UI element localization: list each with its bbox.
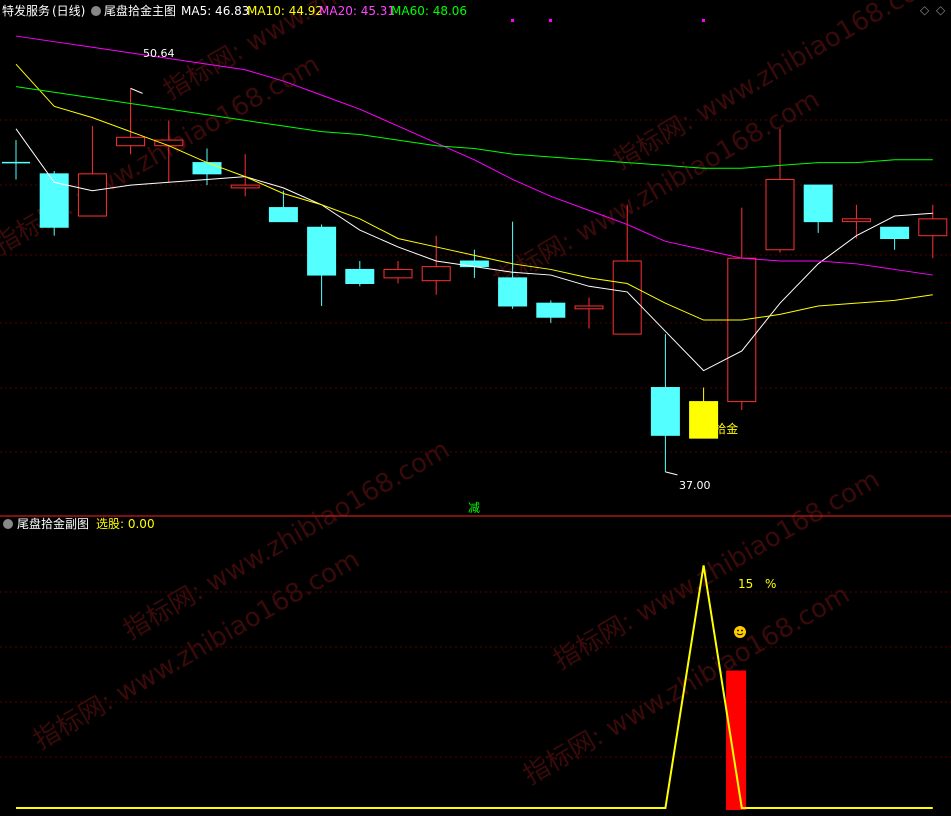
top-marker bbox=[702, 19, 705, 22]
candle-body bbox=[765, 178, 795, 251]
signal-bar bbox=[726, 670, 747, 810]
candle-body bbox=[192, 162, 222, 175]
smiley-icon bbox=[734, 626, 746, 638]
candle-body bbox=[154, 139, 184, 147]
main-header: 特发服务 (日线) 尾盘拾金主图 MA5: 46.83 MA10: 44.92 … bbox=[2, 3, 946, 18]
watermark: 指标网: www.zhibiao168.com 指标网: www.zhibiao1… bbox=[0, 0, 945, 791]
low-price-label: 37.00 bbox=[679, 479, 711, 492]
candle-body bbox=[345, 268, 375, 284]
sub-indicator-name: 尾盘拾金副图 bbox=[17, 516, 89, 531]
watermark-text: 指标网: www.zhibiao168.com bbox=[609, 0, 945, 176]
candle-body bbox=[727, 257, 757, 403]
candle-body bbox=[268, 207, 298, 223]
sub-header: 尾盘拾金副图 选股: 0.00 bbox=[3, 516, 155, 531]
candle-body bbox=[803, 184, 833, 223]
period-label: (日线) bbox=[52, 4, 85, 18]
ma10-label: MA10: 44.92 bbox=[247, 4, 323, 18]
diamond-icon[interactable]: ◇ bbox=[920, 3, 930, 17]
high-price-label: 50.64 bbox=[143, 47, 175, 60]
candle-body bbox=[841, 218, 871, 223]
stock-name: 特发服务 bbox=[2, 3, 50, 18]
candle-body bbox=[459, 260, 489, 268]
low-pointer bbox=[665, 471, 678, 476]
candle-body bbox=[230, 184, 260, 189]
candle-body bbox=[650, 387, 680, 436]
candle-body bbox=[574, 305, 604, 310]
ma20-label: MA20: 45.31 bbox=[319, 4, 395, 18]
ma60-label: MA60: 48.06 bbox=[391, 4, 467, 18]
candle-body bbox=[612, 260, 642, 335]
ma5-label: MA5: 46.83 bbox=[181, 4, 249, 18]
watermark-text: 指标网: www.zhibiao168.com bbox=[519, 580, 855, 792]
pct-sign: % bbox=[765, 577, 776, 591]
signal-label: ▲拾金 bbox=[705, 421, 738, 436]
candle-body bbox=[77, 173, 107, 217]
xuangu-label: 选股: 0.00 bbox=[96, 517, 155, 531]
candle-body bbox=[116, 136, 146, 147]
pct-number: 15 bbox=[738, 577, 753, 591]
high-pointer bbox=[130, 87, 143, 94]
candle-body bbox=[880, 226, 910, 240]
top-marker bbox=[549, 19, 552, 22]
candle-body bbox=[383, 268, 413, 279]
collapse-icon-sub[interactable] bbox=[3, 519, 13, 529]
diamond-icon-2[interactable]: ◇ bbox=[936, 3, 946, 17]
candle-body bbox=[536, 302, 566, 318]
candle-body bbox=[307, 226, 337, 276]
collapse-icon[interactable] bbox=[91, 6, 101, 16]
main-indicator-name: 尾盘拾金主图 bbox=[104, 3, 176, 18]
top-marker bbox=[511, 19, 514, 22]
candle-body bbox=[498, 277, 528, 307]
main-chart[interactable]: 指标网: www.zhibiao168.com 指标网: www.zhibiao1… bbox=[0, 0, 951, 816]
jian-label: 减 bbox=[468, 501, 480, 515]
candle-body bbox=[918, 218, 948, 237]
candle-body bbox=[421, 266, 451, 282]
